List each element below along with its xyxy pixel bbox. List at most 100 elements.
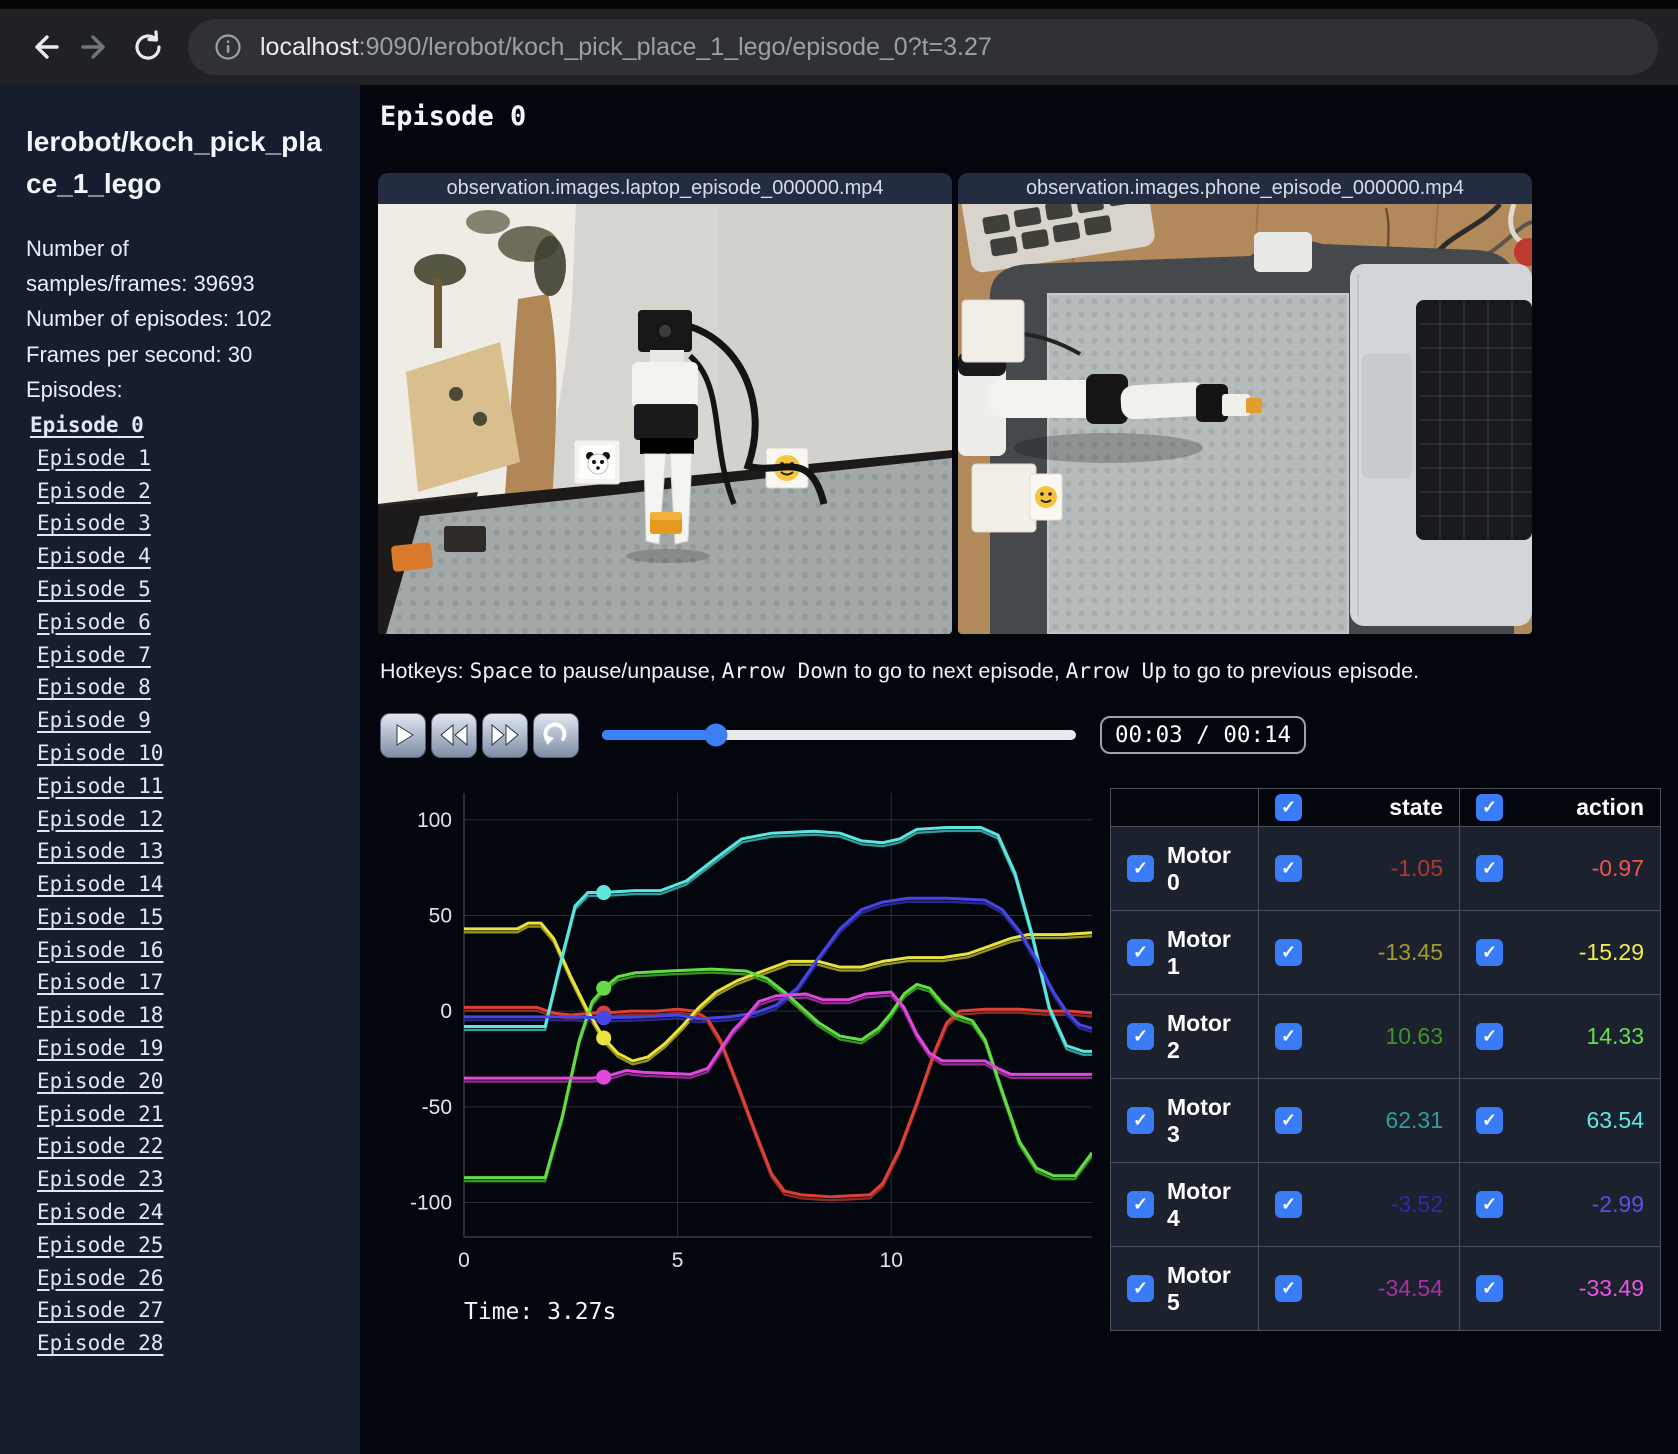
state-value-checkbox[interactable]: ✓	[1275, 1023, 1302, 1050]
motor-checkbox[interactable]: ✓	[1127, 1275, 1154, 1302]
episode-link[interactable]: Episode 19	[26, 1032, 334, 1065]
episode-link[interactable]: Episode 26	[26, 1262, 334, 1295]
episode-link[interactable]: Episode 14	[26, 868, 334, 901]
episode-link[interactable]: Episode 4	[26, 540, 334, 573]
motor-chart[interactable]: 100 50 0 -50 -100 0 5 10	[400, 785, 1100, 1285]
episode-link[interactable]: Episode 27	[26, 1294, 334, 1327]
video-panel-laptop: observation.images.laptop_episode_000000…	[378, 173, 952, 634]
episode-link[interactable]: Episode 18	[26, 999, 334, 1032]
action-value-checkbox[interactable]: ✓	[1476, 855, 1503, 882]
y-tick-label: -50	[422, 1096, 452, 1119]
episode-link[interactable]: Episode 0	[26, 409, 334, 442]
state-value: -34.54	[1377, 1275, 1443, 1301]
phone-camera-video[interactable]	[958, 204, 1532, 634]
episode-link[interactable]: Episode 9	[26, 704, 334, 737]
table-row: ✓ Motor 1 ✓ -13.45 ✓ -15.29	[1110, 910, 1661, 995]
episode-link[interactable]: Episode 10	[26, 737, 334, 770]
table-header-state: ✓ state	[1258, 788, 1460, 827]
action-value-checkbox[interactable]: ✓	[1476, 1023, 1503, 1050]
table-row: ✓ Motor 3 ✓ 62.31 ✓ 63.54	[1110, 1078, 1661, 1163]
episode-link[interactable]: Episode 23	[26, 1163, 334, 1196]
loop-icon	[543, 722, 567, 745]
episodes-label: Episodes:	[26, 376, 123, 402]
chart-current-time-marker	[596, 885, 612, 901]
episode-link[interactable]: Episode 11	[26, 770, 334, 803]
reload-icon[interactable]	[122, 21, 174, 73]
time-display: 00:03 / 00:14	[1100, 716, 1307, 754]
url-text[interactable]: localhost:9090/lerobot/koch_pick_place_1…	[260, 33, 992, 62]
chart-time-label: Time: 3.27s	[464, 1299, 617, 1325]
episode-link[interactable]: Episode 13	[26, 835, 334, 868]
rewind-button[interactable]	[431, 712, 477, 758]
chart-line-action-motor-1	[464, 921, 1092, 1063]
page-title: Episode 0	[380, 101, 527, 132]
state-value-checkbox[interactable]: ✓	[1275, 1107, 1302, 1134]
info-icon[interactable]	[214, 33, 242, 61]
episode-link[interactable]: Episode 16	[26, 934, 334, 967]
state-value-checkbox[interactable]: ✓	[1275, 1275, 1302, 1302]
table-row: ✓ Motor 0 ✓ -1.05 ✓ -0.97	[1110, 826, 1661, 911]
x-tick-label: 10	[880, 1249, 903, 1272]
episode-link[interactable]: Episode 21	[26, 1098, 334, 1131]
episode-link[interactable]: Episode 28	[26, 1327, 334, 1360]
loop-button[interactable]	[533, 712, 579, 758]
main-content: Episode 0 observation.images.laptop_epis…	[360, 85, 1678, 1454]
episode-link[interactable]: Episode 2	[26, 475, 334, 508]
episode-link[interactable]: Episode 20	[26, 1065, 334, 1098]
action-value-checkbox[interactable]: ✓	[1476, 939, 1503, 966]
chart-current-time-marker	[596, 1030, 612, 1046]
state-value-checkbox[interactable]: ✓	[1275, 855, 1302, 882]
action-value-checkbox[interactable]: ✓	[1476, 1191, 1503, 1218]
state-value-checkbox[interactable]: ✓	[1275, 1191, 1302, 1218]
laptop-camera-video[interactable]	[378, 204, 952, 634]
motor-checkbox[interactable]: ✓	[1127, 1191, 1154, 1218]
stat-samples: Number of samples/frames: 39693	[26, 236, 255, 297]
state-column-label: state	[1389, 794, 1443, 820]
video-title-phone: observation.images.phone_episode_000000.…	[958, 173, 1532, 204]
state-value-checkbox[interactable]: ✓	[1275, 939, 1302, 966]
action-value-checkbox[interactable]: ✓	[1476, 1275, 1503, 1302]
episode-link[interactable]: Episode 5	[26, 573, 334, 606]
motor-checkbox[interactable]: ✓	[1127, 1107, 1154, 1134]
lego-block	[650, 512, 682, 534]
episode-link[interactable]: Episode 7	[26, 639, 334, 672]
forward-arrow-icon[interactable]	[70, 21, 122, 73]
episode-link[interactable]: Episode 24	[26, 1196, 334, 1229]
episode-link[interactable]: Episode 12	[26, 803, 334, 836]
motor-checkbox[interactable]: ✓	[1127, 855, 1154, 882]
motor-label: Motor 2	[1167, 1009, 1231, 1063]
state-column-checkbox[interactable]: ✓	[1275, 794, 1302, 821]
play-button[interactable]	[380, 712, 426, 758]
episode-link[interactable]: Episode 6	[26, 606, 334, 639]
seek-slider-thumb[interactable]	[704, 723, 728, 747]
x-tick-label: 0	[458, 1249, 470, 1272]
url-path: :9090/lerobot/koch_pick_place_1_lego/epi…	[358, 32, 992, 61]
state-value: -1.05	[1390, 855, 1443, 881]
address-bar[interactable]: localhost:9090/lerobot/koch_pick_place_1…	[188, 19, 1658, 75]
episode-link[interactable]: Episode 25	[26, 1229, 334, 1262]
browser-toolbar: localhost:9090/lerobot/koch_pick_place_1…	[0, 0, 1678, 85]
episode-link[interactable]: Episode 8	[26, 671, 334, 704]
episode-link[interactable]: Episode 17	[26, 966, 334, 999]
episode-link[interactable]: Episode 15	[26, 901, 334, 934]
chart-current-time-marker	[596, 980, 612, 996]
back-arrow-icon[interactable]	[18, 21, 70, 73]
episode-link[interactable]: Episode 22	[26, 1130, 334, 1163]
table-row: ✓ Motor 4 ✓ -3.52 ✓ -2.99	[1110, 1162, 1661, 1247]
fast-forward-button[interactable]	[482, 712, 528, 758]
action-column-checkbox[interactable]: ✓	[1476, 794, 1503, 821]
episode-link[interactable]: Episode 1	[26, 442, 334, 475]
table-header-row: ✓ state ✓ action	[1110, 788, 1661, 827]
table-row: ✓ Motor 2 ✓ 10.63 ✓ 14.33	[1110, 994, 1661, 1079]
motor-checkbox[interactable]: ✓	[1127, 1023, 1154, 1050]
motor-table: ✓ state ✓ action ✓ Motor 0 ✓ -1.05 ✓ -0.97 ✓ Mo…	[1110, 788, 1661, 1331]
motor-checkbox[interactable]: ✓	[1127, 939, 1154, 966]
phone-camera-scene	[958, 204, 1532, 634]
hotkey-key: Space	[469, 659, 533, 683]
lego-baseplate	[1047, 293, 1349, 634]
stat-fps: Frames per second: 30	[26, 341, 253, 367]
action-value-checkbox[interactable]: ✓	[1476, 1107, 1503, 1134]
seek-slider[interactable]	[602, 723, 1076, 747]
hotkey-key: Arrow Up	[1065, 659, 1167, 683]
episode-link[interactable]: Episode 3	[26, 507, 334, 540]
